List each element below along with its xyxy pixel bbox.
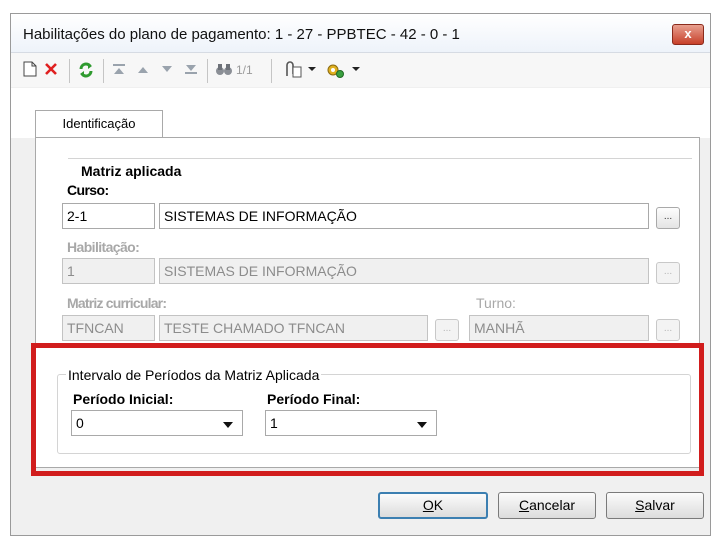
triangle-down-icon [162,66,172,72]
chevron-down-icon [352,67,360,71]
binoculars-icon [216,64,232,75]
dropdown-arrow-icon [417,422,427,428]
record-counter: 1/1 [236,63,253,77]
habilitacao-label: Habilitação: [67,239,140,255]
dropdown-arrow-icon [223,422,233,428]
tab-strip: Identificação [11,88,710,138]
new-document-icon [23,61,37,77]
periodo-final-label: Período Final: [267,391,361,407]
cancelar-label-rest: ancelar [529,497,576,513]
periodo-final-value: 1 [270,415,278,431]
turno-browse-button: ... [656,319,680,341]
toolbar-separator [103,59,104,83]
toolbar-separator [69,59,70,83]
tools-dropdown[interactable] [351,61,361,79]
periodo-inicial-label: Período Inicial: [73,391,174,407]
chevron-down-icon [308,67,316,71]
paperclip-icon [286,61,302,78]
group-title-matriz: Matriz aplicada [81,163,188,179]
last-record-button[interactable] [183,61,199,79]
last-record-icon [185,65,197,74]
habilitacao-browse-button: ... [656,262,680,284]
ok-button[interactable]: OK [378,492,488,519]
matriz-curricular-label: Matriz curricular: [67,295,167,311]
delete-x-icon [45,63,57,75]
group-title-intervalo: Intervalo de Períodos da Matriz Aplicada [66,367,322,383]
turno-label: Turno: [476,295,516,311]
habilitacao-name-input: SISTEMAS DE INFORMAÇÃO [159,258,649,284]
refresh-button[interactable] [77,61,95,79]
periodo-inicial-select[interactable]: 0 [71,410,243,436]
delete-button[interactable] [43,61,59,79]
curso-label: Curso: [67,182,109,198]
ok-label-rest: K [433,497,444,513]
window-title: Habilitações do plano de pagamento: 1 - … [23,26,460,43]
matriz-curricular-browse-button: ... [435,319,459,341]
cancelar-button[interactable]: Cancelar [498,492,596,519]
attachments-dropdown[interactable] [307,61,317,79]
next-record-button[interactable] [159,61,175,79]
first-record-button[interactable] [111,61,127,79]
ok-accelerator: O [422,497,434,513]
periodo-final-select[interactable]: 1 [265,410,437,436]
curso-name-input[interactable]: SISTEMAS DE INFORMAÇÃO [159,203,649,229]
search-button[interactable] [215,61,233,79]
toolbar: 1/1 [11,53,710,87]
previous-record-button[interactable] [135,61,151,79]
salvar-label-rest: alvar [644,497,675,513]
title-bar: Habilitações do plano de pagamento: 1 - … [11,14,710,53]
group-divider [68,158,692,159]
cancelar-accelerator: C [518,497,530,513]
curso-browse-button[interactable]: ... [656,207,680,229]
salvar-button[interactable]: Salvar [606,492,704,519]
matriz-curricular-code-input: TFNCAN [62,315,155,341]
turno-input: MANHÃ [469,315,649,341]
toolbar-separator [271,59,272,83]
matriz-curricular-name-input: TESTE CHAMADO TFNCAN [159,315,428,341]
periodo-inicial-value: 0 [76,415,84,431]
attachments-button[interactable] [281,61,303,79]
curso-code-input[interactable]: 2-1 [62,203,155,229]
tab-identificacao[interactable]: Identificação [35,110,163,138]
gears-icon [327,64,344,78]
tools-button[interactable] [325,61,345,79]
refresh-icon [79,62,93,78]
close-button[interactable]: x [672,24,704,45]
new-record-button[interactable] [23,61,37,79]
toolbar-separator [207,59,208,83]
habilitacao-code-input: 1 [62,258,155,284]
triangle-up-icon [138,67,148,73]
first-record-icon [113,64,125,74]
